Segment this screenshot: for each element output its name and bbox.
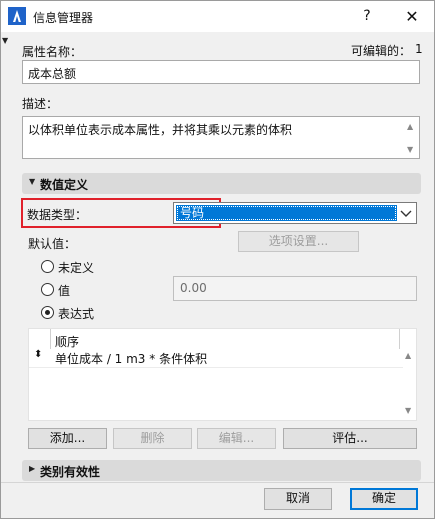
archicad-app-icon [8, 7, 26, 25]
evaluate-button[interactable]: 评估... [283, 428, 417, 449]
default-value-label: 默认值： [28, 237, 77, 251]
category-validity-header[interactable]: ▶ 类别有效性 [22, 460, 421, 481]
radio-undefined[interactable] [41, 260, 54, 273]
expression-list[interactable]: 顺序 ⬍ 单位成本 / 1 m3 * 条件体积 ▲ ▼ [28, 328, 417, 421]
value-definition-title: 数值定义 [40, 178, 89, 192]
editable-value: 1 [415, 42, 423, 56]
expand-down-icon: ▼ [29, 177, 36, 186]
radio-undefined-label: 未定义 [58, 261, 95, 275]
description-input[interactable]: 以体积单位表示成本属性，并将其乘以元素的体积 ▲ ▼ [22, 116, 420, 159]
expression-row[interactable]: 单位成本 / 1 m3 * 条件体积 [55, 350, 207, 367]
data-type-select[interactable]: 号码 [173, 202, 417, 224]
expand-right-icon: ▶ [29, 464, 36, 473]
footer-divider [1, 482, 434, 483]
window-title: 信息管理器 [33, 11, 94, 25]
editable-label: 可编辑的： [351, 44, 412, 58]
value-definition-header[interactable]: ▼ 数值定义 [22, 173, 421, 194]
add-button[interactable]: 添加... [28, 428, 107, 449]
scroll-up-icon[interactable]: ▲ [407, 122, 413, 131]
scroll-up-icon[interactable]: ▲ [405, 351, 411, 360]
scroll-down-icon[interactable]: ▼ [405, 406, 411, 415]
column-separator [50, 329, 51, 349]
ok-button[interactable]: 确定 [350, 488, 418, 510]
chevron-down-icon [400, 210, 412, 217]
value-input[interactable]: 0.00 [173, 276, 417, 301]
delete-button[interactable]: 删除 [113, 428, 192, 449]
help-button[interactable]: ? [344, 1, 390, 32]
category-validity-title: 类别有效性 [40, 465, 101, 479]
edit-button[interactable]: 编辑... [197, 428, 276, 449]
data-type-label: 数据类型： [27, 208, 88, 222]
scroll-down-icon[interactable]: ▼ [407, 145, 413, 154]
close-button[interactable]: ✕ [389, 1, 435, 32]
property-name-input[interactable]: 成本总额 [22, 60, 420, 84]
radio-expression[interactable] [41, 306, 54, 319]
description-text: 以体积单位表示成本属性，并将其乘以元素的体积 [28, 123, 293, 137]
radio-expression-label: 表达式 [58, 307, 95, 321]
description-label: 描述： [22, 97, 59, 111]
row-divider [29, 367, 403, 368]
title-bar: 信息管理器 ? ✕ [1, 1, 434, 32]
side-collapse-arrow-icon[interactable]: ▼ [2, 36, 8, 45]
radio-value-label: 值 [58, 284, 71, 298]
reorder-handle-icon[interactable]: ⬍ [34, 349, 42, 360]
options-settings-button[interactable]: 选项设置... [238, 231, 359, 252]
info-manager-dialog: 信息管理器 ? ✕ ▼ 属性名称： 可编辑的： 1 成本总额 描述： 以体积单位… [0, 0, 435, 519]
property-name-label: 属性名称： [22, 45, 83, 59]
order-column-header[interactable]: 顺序 [55, 333, 79, 350]
radio-value[interactable] [41, 283, 54, 296]
column-separator [399, 329, 400, 349]
data-type-selected-value: 号码 [176, 205, 397, 221]
cancel-button[interactable]: 取消 [264, 488, 332, 510]
